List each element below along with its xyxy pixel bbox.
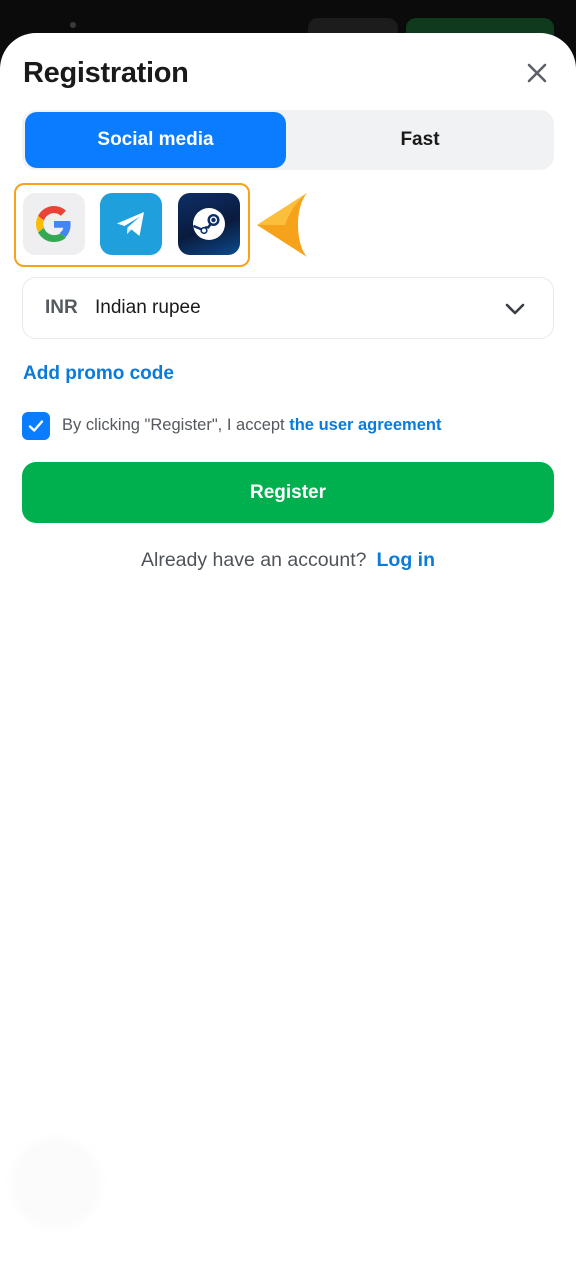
user-agreement-link[interactable]: the user agreement bbox=[289, 416, 441, 434]
telegram-icon bbox=[117, 212, 144, 236]
pointer-arrow-icon bbox=[257, 193, 307, 257]
tab-fast[interactable]: Fast bbox=[288, 112, 552, 168]
chevron-down-icon bbox=[505, 303, 525, 315]
log-in-link[interactable]: Log in bbox=[377, 549, 435, 571]
currency-name: Indian rupee bbox=[95, 297, 201, 318]
add-promo-code-link[interactable]: Add promo code bbox=[23, 363, 174, 385]
currency-code: INR bbox=[45, 297, 78, 318]
register-button[interactable]: Register bbox=[22, 462, 554, 523]
google-button[interactable] bbox=[23, 193, 85, 255]
steam-icon bbox=[193, 208, 225, 240]
background-dot bbox=[70, 22, 76, 28]
agreement-text: By clicking "Register", I accept the use… bbox=[62, 416, 441, 435]
close-button[interactable] bbox=[521, 57, 553, 89]
checkmark-icon bbox=[28, 420, 44, 432]
agreement-checkbox[interactable] bbox=[22, 412, 50, 440]
google-icon bbox=[36, 206, 71, 242]
registration-tabs: Social media Fast bbox=[22, 110, 554, 170]
agreement-label: By clicking "Register", I accept bbox=[62, 416, 285, 434]
telegram-button[interactable] bbox=[100, 193, 162, 255]
close-icon bbox=[527, 63, 547, 83]
currency-select[interactable]: INR Indian rupee bbox=[22, 277, 554, 339]
login-prompt: Already have an account? bbox=[141, 549, 367, 571]
floating-chat-button[interactable] bbox=[16, 1143, 96, 1223]
page-title: Registration bbox=[23, 57, 189, 89]
registration-sheet: Registration Social media Fast INR India… bbox=[0, 33, 576, 1280]
tab-social-media[interactable]: Social media bbox=[25, 112, 286, 168]
login-row: Already have an account? Log in bbox=[0, 549, 576, 572]
steam-button[interactable] bbox=[178, 193, 240, 255]
